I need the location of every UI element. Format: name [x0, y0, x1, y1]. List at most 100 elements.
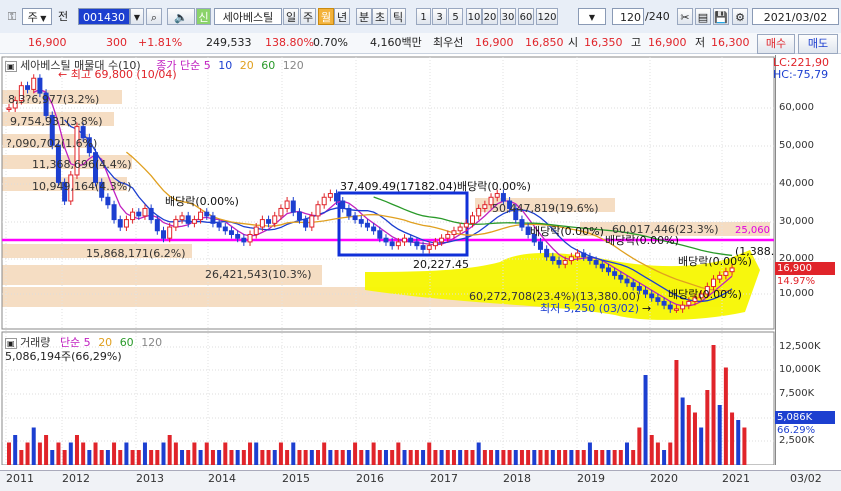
- price-tick: 60,000: [779, 102, 814, 113]
- toolbar: ⚿ 주 ▼ 전 001430 ▼ ⌕ 🔈 신 세아베스틸 일주월년분초틱 135…: [0, 0, 841, 34]
- candle: [228, 230, 234, 235]
- date-field[interactable]: 2021/03/02: [752, 8, 839, 25]
- annotation-label: (1,388.00): [735, 245, 775, 258]
- market-type-select[interactable]: 주 ▼: [22, 8, 52, 25]
- candle: [210, 215, 216, 224]
- volume-bar: [600, 450, 605, 465]
- year-tick: 2019: [577, 472, 605, 485]
- last-pct-tag: 14.97%: [777, 276, 816, 287]
- ma120-label: 120: [282, 59, 304, 72]
- chevron-down-icon: ▼: [37, 14, 47, 23]
- volume-bar: [655, 442, 660, 465]
- volume-bar: [68, 442, 73, 465]
- volume-bar: [612, 450, 617, 465]
- volume-bar: [167, 435, 172, 465]
- volume-bar: [25, 442, 30, 465]
- candle: [519, 219, 525, 228]
- interval-3[interactable]: 3: [432, 8, 447, 25]
- stock-code-input[interactable]: 001430: [78, 8, 130, 25]
- candle: [272, 215, 278, 224]
- volume-bar: [569, 450, 574, 465]
- indicator-title: 세아베스틸 매물대 수(10): [20, 59, 141, 72]
- volume-bar: [476, 442, 481, 465]
- search-icon[interactable]: ⌕: [146, 8, 162, 25]
- sell-button[interactable]: 매도: [798, 34, 838, 54]
- vol-ma60-label: 60: [119, 336, 134, 349]
- volume-bar: [625, 442, 629, 465]
- candle: [445, 233, 451, 239]
- period-4[interactable]: 분: [356, 8, 372, 25]
- save-icon[interactable]: 💾: [713, 8, 729, 25]
- interval-1[interactable]: 1: [416, 8, 431, 25]
- candle: [154, 219, 160, 232]
- interval-20[interactable]: 20: [482, 8, 498, 25]
- analysis-box[interactable]: [337, 191, 469, 257]
- volume-bar: [427, 442, 432, 465]
- candle: [327, 193, 333, 198]
- price-volume-chart[interactable]: ← 최고 69,800 (10/04)최저 5,250 (03/02) →37,4…: [0, 55, 775, 465]
- period-6[interactable]: 틱: [390, 8, 406, 25]
- volume-bar: [155, 450, 160, 465]
- tools-icon[interactable]: ✂: [677, 8, 693, 25]
- volume-bar: [408, 450, 413, 465]
- volume-bar: [266, 450, 271, 465]
- count-input[interactable]: 120: [612, 8, 644, 25]
- volume-bar: [433, 450, 438, 465]
- candle: [599, 263, 605, 269]
- volume-bar: [402, 450, 407, 465]
- candle: [358, 219, 364, 224]
- candle: [673, 308, 679, 311]
- volume-bar: [458, 450, 463, 465]
- volume-bar: [297, 450, 302, 465]
- volume-value: 249,533: [206, 36, 252, 49]
- candle: [723, 271, 729, 276]
- candle: [284, 200, 290, 209]
- chart-icon[interactable]: ▤: [695, 8, 711, 25]
- candle: [649, 293, 655, 299]
- band-label: 26,421,543(10.3%): [205, 268, 312, 281]
- year-tick: 2020: [650, 472, 678, 485]
- interval-60[interactable]: 60: [518, 8, 534, 25]
- period-0[interactable]: 일: [283, 8, 299, 25]
- volume-bar: [711, 345, 716, 465]
- price-panel-title: ▣ 세아베스틸 매물대 수(10) 종가 단순 5 10 20 60 120: [5, 57, 304, 73]
- buy-button[interactable]: 매수: [757, 34, 795, 54]
- gear-icon[interactable]: ⚙: [732, 8, 748, 25]
- candle: [25, 85, 31, 90]
- period-5[interactable]: 초: [372, 8, 388, 25]
- candle: [253, 226, 259, 235]
- volume-bar: [606, 450, 611, 465]
- candle: [587, 256, 593, 262]
- volume-bar: [557, 450, 562, 465]
- interval-5[interactable]: 5: [448, 8, 463, 25]
- panel-close-icon[interactable]: ▣: [5, 61, 17, 72]
- candle: [581, 252, 587, 258]
- volume-bar: [581, 450, 586, 465]
- volume-bar: [44, 435, 49, 465]
- period-2[interactable]: 월: [318, 8, 334, 25]
- interval-120[interactable]: 120: [536, 8, 558, 25]
- period-1[interactable]: 주: [300, 8, 316, 25]
- change-value: 300: [106, 36, 127, 49]
- candle: [371, 226, 377, 232]
- candle: [556, 260, 562, 265]
- volume-bar: [445, 450, 450, 465]
- speaker-icon[interactable]: 🔈: [167, 8, 195, 25]
- range-select[interactable]: ▼: [578, 8, 606, 25]
- candle: [618, 274, 624, 280]
- signal-icon[interactable]: 신: [196, 8, 211, 25]
- code-dropdown-button[interactable]: ▼: [130, 8, 144, 25]
- lock-icon[interactable]: ⚿: [3, 8, 21, 25]
- interval-30[interactable]: 30: [500, 8, 516, 25]
- interval-10[interactable]: 10: [466, 8, 482, 25]
- candle: [612, 271, 618, 276]
- volume-bar: [692, 412, 697, 465]
- annotation-label: 배당락(0.00%): [165, 195, 239, 208]
- volume-bar: [248, 442, 253, 465]
- ma20-label: 20: [239, 59, 254, 72]
- candle: [655, 297, 661, 302]
- period-3[interactable]: 년: [334, 8, 350, 25]
- volume-bar: [563, 450, 568, 465]
- volume-bar: [587, 442, 592, 465]
- volume-bar: [414, 450, 419, 465]
